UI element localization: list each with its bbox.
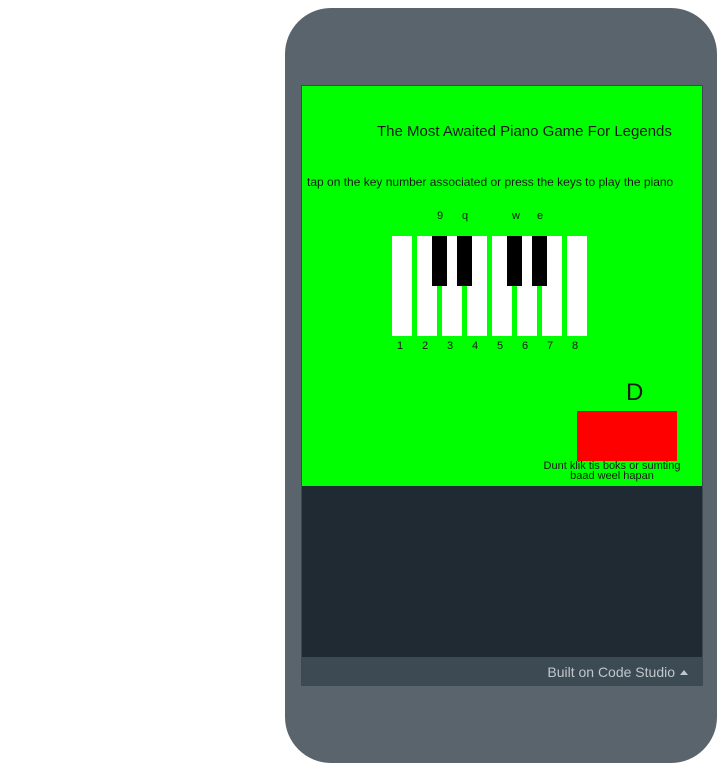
app-canvas: The Most Awaited Piano Game For Legends … (302, 86, 702, 486)
red-box-button[interactable] (577, 411, 677, 461)
white-key-label: 1 (396, 340, 404, 352)
black-key-label: q (461, 210, 469, 222)
black-key-label: e (536, 210, 544, 222)
instructions-text: tap on the key number associated or pres… (307, 175, 674, 189)
piano-black-key-9[interactable] (432, 236, 447, 286)
device-screen: The Most Awaited Piano Game For Legends … (301, 85, 703, 686)
white-key-label: 6 (521, 340, 529, 352)
piano-white-key-1[interactable] (392, 236, 412, 336)
white-key-label: 5 (496, 340, 504, 352)
piano-black-key-w[interactable] (507, 236, 522, 286)
built-on-code-studio-link[interactable]: Built on Code Studio (547, 664, 688, 680)
black-key-label: 9 (436, 210, 444, 222)
page-title: The Most Awaited Piano Game For Legends (377, 123, 672, 140)
white-key-label: 3 (446, 340, 454, 352)
piano-black-key-e[interactable] (532, 236, 547, 286)
white-key-label: 7 (546, 340, 554, 352)
caret-up-icon (680, 670, 688, 675)
warning-text: Dunt klik tis boks or sumting baad weel … (522, 461, 702, 482)
white-key-label: 8 (571, 340, 579, 352)
footer-label-text: Built on Code Studio (547, 664, 675, 680)
piano-black-key-q[interactable] (457, 236, 472, 286)
white-key-label: 2 (421, 340, 429, 352)
footer-bar: Built on Code Studio (302, 657, 702, 685)
black-key-label: w (512, 210, 520, 222)
warning-line-2: baad weel hapan (570, 470, 654, 482)
white-key-label: 4 (471, 340, 479, 352)
note-display: D (626, 379, 644, 406)
piano-white-key-8[interactable] (567, 236, 587, 336)
